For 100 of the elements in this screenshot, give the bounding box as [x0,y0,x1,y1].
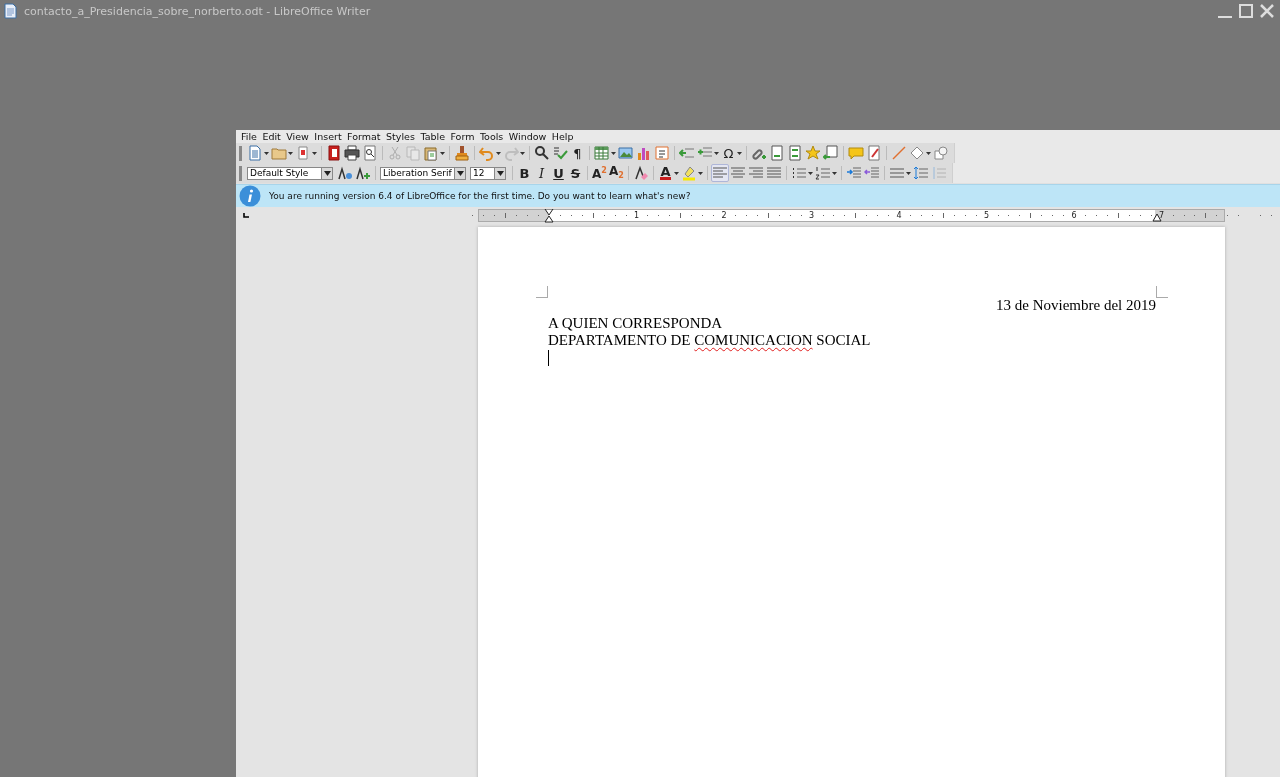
pdf-button[interactable] [325,144,343,162]
footnote-icon [769,145,785,161]
caret-icon [323,170,331,176]
paragraph-text: A QUIEN CORRESPONDA [548,314,723,331]
menu-item[interactable]: Insert [312,130,346,143]
undo-icon [479,145,495,161]
caret-icon[interactable] [832,171,837,175]
font-name-field[interactable]: Liberation Serif [380,166,466,180]
maximize-icon[interactable] [1239,4,1253,18]
menu-item[interactable]: Format [345,130,385,143]
caret-icon[interactable] [714,151,719,155]
format-button[interactable]: I [533,164,550,182]
line-spacing-icon [889,165,905,181]
caret-icon[interactable] [674,171,679,175]
outdent-icon [864,165,880,181]
menu-item[interactable]: Table [418,130,449,143]
table-button[interactable] [593,144,611,162]
menu-item[interactable]: Form [448,130,478,143]
align-right-icon [748,165,764,181]
info-icon [239,185,261,207]
format-button[interactable]: ¶ [569,144,586,162]
menu-item[interactable]: View [284,130,313,143]
paragraph-text: DEPARTAMENTO DE COMUNICACION SOCIAL [548,332,871,348]
document-icon [4,3,17,19]
paragraph-spacing-icon [913,165,929,181]
indent-marker[interactable] [544,209,554,223]
find-button[interactable] [533,144,551,162]
caret-icon[interactable] [440,151,445,155]
comment-icon [848,145,864,161]
font-size-field[interactable]: 12 [470,166,506,180]
caret-icon[interactable] [312,151,317,155]
crossref-button[interactable] [822,144,840,162]
caret-icon[interactable] [611,151,616,155]
dropdown-button[interactable] [321,167,332,179]
format-button[interactable]: A [657,164,674,182]
chart-icon [636,145,652,161]
horizontal-ruler[interactable]: 1 2 3 4 5 6 7 [478,209,1225,222]
ruler-number: 5 [983,210,990,221]
spellcheck-icon [552,145,568,161]
cross-reference-icon [823,145,839,161]
menu-item[interactable]: File [239,130,261,143]
print-preview-icon [362,145,378,161]
window-title: contacto_a_Presidencia_sobre_norberto.odt - LibreOffice Writer [24,4,371,18]
table-icon [594,145,610,161]
format-button[interactable]: B [516,164,533,182]
caret-icon[interactable] [698,171,703,175]
clone-button[interactable] [453,144,471,162]
highlighter-icon [681,165,697,181]
preview-button[interactable] [361,144,379,162]
format-button[interactable]: A$^{2}$ [591,164,608,182]
clearformat-button[interactable] [632,164,650,182]
bulleted-list-icon [791,165,807,181]
image-icon [618,145,634,161]
footnote-button[interactable] [768,144,786,162]
caret-icon[interactable] [808,171,813,175]
new-style-icon [355,165,371,181]
ruler-number: 7 [1158,210,1165,221]
save-icon [295,145,311,161]
align-left-icon [712,165,728,181]
format-button[interactable]: U [550,164,567,182]
justify-icon [766,165,782,181]
dropdown-button[interactable] [494,167,505,179]
print-button[interactable] [343,144,361,162]
ruler-number: 2 [721,210,727,221]
bookmark-button[interactable] [804,144,822,162]
new-document-icon [247,145,263,161]
copy-icon [405,145,421,161]
info-message: You are running version 6.4 of LibreOffice for the first time. Do you want to learn what's new? [269,191,691,201]
line-button[interactable] [890,144,908,162]
caret-icon[interactable] [496,151,501,155]
caret-icon[interactable] [288,151,293,155]
menu-item[interactable]: Window [506,130,550,143]
caret-icon[interactable] [737,151,742,155]
alignleft-button[interactable] [711,164,729,182]
indent-icon [846,165,862,181]
menu-item[interactable]: Edit [260,130,285,143]
format-button[interactable]: Ω [720,144,737,162]
close-icon[interactable] [1260,4,1274,18]
format-button[interactable]: S [567,164,584,182]
dropdown-button[interactable] [454,167,465,179]
eraser-icon [633,165,649,181]
caret-icon[interactable] [264,151,269,155]
menu-item[interactable]: Tools [477,130,507,143]
menu-item[interactable]: Styles [384,130,419,143]
ruler-number: 6 [1071,210,1077,221]
menu-item[interactable]: Help [549,130,577,143]
caret-icon[interactable] [926,151,931,155]
line-icon [891,145,907,161]
format-button[interactable]: A$_{2}$ [608,164,625,182]
paragraph-style-field[interactable]: Default Style [247,166,333,180]
tab-stop-icon[interactable] [243,213,249,218]
ruler-number: 1 [633,210,640,221]
caret-icon[interactable] [906,171,911,175]
ruler-number: 3 [808,210,815,221]
endnote-button[interactable] [786,144,804,162]
page-break-icon [679,145,695,161]
paintbrush-icon [454,145,470,161]
shapes-icon [933,145,949,161]
update-style-icon [337,165,353,181]
redo-icon [503,145,519,161]
